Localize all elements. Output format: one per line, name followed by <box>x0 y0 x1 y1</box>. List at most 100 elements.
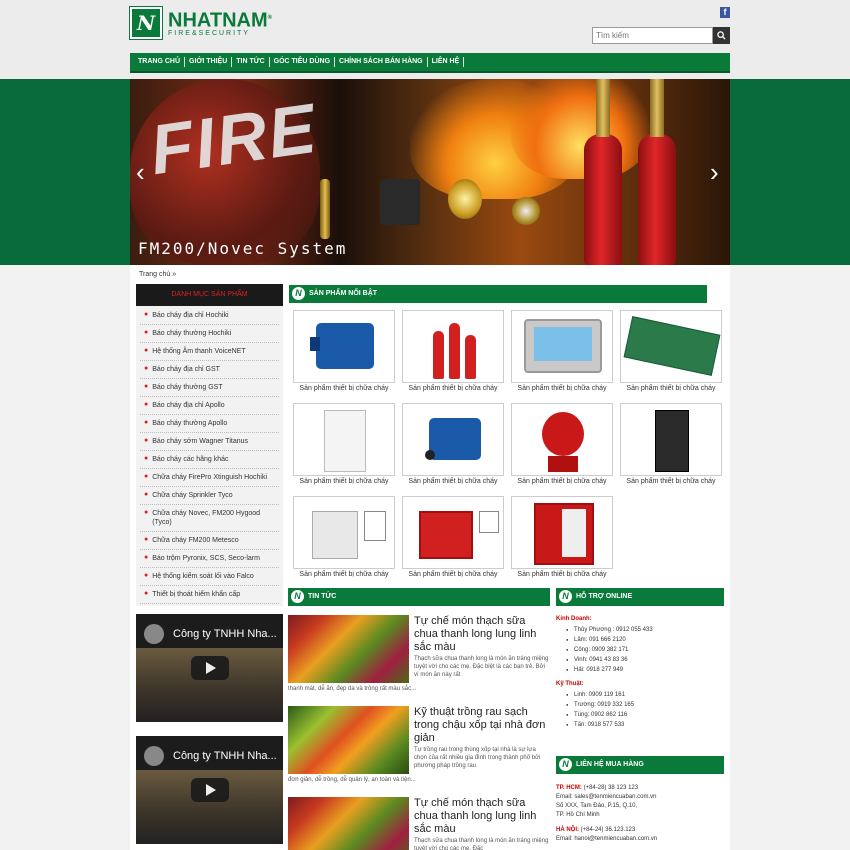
news-thumbnail[interactable] <box>288 706 409 774</box>
sidebar-item[interactable]: ● Báo trộm Pyronix, SCS, Seco-larm <box>140 550 279 568</box>
sidebar-item[interactable]: ● Báo cháy các hãng khác <box>140 451 279 469</box>
product-image[interactable] <box>293 403 395 476</box>
search-input[interactable] <box>592 27 713 44</box>
sales-contact[interactable]: Lâm: 091 666 2120 <box>556 635 724 645</box>
sidebar-item-label[interactable]: Thiết bị thoát hiểm khẩn cấp <box>152 590 240 599</box>
nav-item-about[interactable]: GIỚI THIỆU <box>185 57 233 67</box>
product-image[interactable] <box>402 310 504 383</box>
sidebar-item[interactable]: ● Báo cháy địa chỉ GST <box>140 361 279 379</box>
news-title[interactable]: Tự chế món thạch sữa chua thanh long lun… <box>414 797 550 836</box>
product-name[interactable]: Sản phẩm thiết bị chữa cháy <box>511 478 613 485</box>
sidebar-item[interactable]: ● Chữa cháy FM200 Metesco <box>140 532 279 550</box>
product-card[interactable]: Sản phẩm thiết bị chữa cháy <box>402 310 504 392</box>
product-image[interactable] <box>511 310 613 383</box>
news-thumbnail[interactable] <box>288 615 409 683</box>
tech-contact[interactable]: Linh: 0909 119 161 <box>556 690 724 700</box>
product-name[interactable]: Sản phẩm thiết bị chữa cháy <box>293 385 395 392</box>
sales-contact[interactable]: Hải: 0918 277 949 <box>556 665 724 675</box>
sales-contact[interactable]: Vinh: 0941 43 83 36 <box>556 655 724 665</box>
search-button[interactable] <box>713 27 730 44</box>
product-image[interactable] <box>402 496 504 569</box>
product-name[interactable]: Sản phẩm thiết bị chữa cháy <box>620 478 722 485</box>
product-card[interactable]: Sản phẩm thiết bị chữa cháy <box>620 310 722 392</box>
play-icon[interactable] <box>191 656 229 680</box>
news-item[interactable]: Kỹ thuật trồng rau sạch trong chậu xốp t… <box>288 706 550 796</box>
sidebar-item[interactable]: ● Chữa cháy FirePro Xtinguish Hochiki <box>140 469 279 487</box>
hcm-email[interactable]: Email: sales@tenmiencuaban.com.vn <box>556 793 724 802</box>
sidebar-item[interactable]: ● Hệ thống Âm thanh VoiceNET <box>140 343 279 361</box>
nav-item-news[interactable]: TIN TỨC <box>232 57 270 67</box>
product-name[interactable]: Sản phẩm thiết bị chữa cháy <box>620 385 722 392</box>
sidebar-item[interactable]: ● Chữa cháy Novec, FM200 Hygood (Tyco) <box>140 505 279 532</box>
product-card[interactable]: Sản phẩm thiết bị chữa cháy <box>511 403 613 485</box>
product-name[interactable]: Sản phẩm thiết bị chữa cháy <box>293 478 395 485</box>
sidebar-item[interactable]: ● Thiết bị thoát hiểm khẩn cấp <box>140 586 279 604</box>
nav-item-home[interactable]: TRANG CHỦ <box>134 57 185 67</box>
sidebar-item[interactable]: ● Báo cháy thường Apollo <box>140 415 279 433</box>
product-card[interactable]: Sản phẩm thiết bị chữa cháy <box>293 496 395 578</box>
product-card[interactable]: Sản phẩm thiết bị chữa cháy <box>402 496 504 578</box>
product-name[interactable]: Sản phẩm thiết bị chữa cháy <box>293 571 395 578</box>
sidebar-item-label[interactable]: Báo trộm Pyronix, SCS, Seco-larm <box>152 554 260 563</box>
sidebar-item-label[interactable]: Báo cháy thường GST <box>152 383 222 392</box>
sidebar-item-label[interactable]: Báo cháy sớm Wagner Titanus <box>152 437 248 446</box>
sidebar-item-label[interactable]: Báo cháy thường Hochiki <box>152 329 231 338</box>
video-player[interactable]: Công ty TNHH Nha... <box>136 614 283 722</box>
product-card[interactable]: Sản phẩm thiết bị chữa cháy <box>293 310 395 392</box>
product-name[interactable]: Sản phẩm thiết bị chữa cháy <box>511 385 613 392</box>
sidebar-item[interactable]: ● Báo cháy thường GST <box>140 379 279 397</box>
product-image[interactable] <box>293 496 395 569</box>
nav-item-consumer[interactable]: GÓC TIÊU DÙNG <box>270 57 336 67</box>
sidebar-item[interactable]: ● Báo cháy địa chỉ Hochiki <box>140 307 279 325</box>
product-name[interactable]: Sản phẩm thiết bị chữa cháy <box>402 478 504 485</box>
slider-next-button[interactable]: › <box>710 159 719 185</box>
sidebar-item[interactable]: ● Báo cháy sớm Wagner Titanus <box>140 433 279 451</box>
product-card[interactable]: Sản phẩm thiết bị chữa cháy <box>620 403 722 485</box>
tech-contact[interactable]: Tùng: 0902 862 116 <box>556 710 724 720</box>
sidebar-item[interactable]: ● Báo cháy địa chỉ Apollo <box>140 397 279 415</box>
facebook-icon[interactable]: f <box>720 7 730 18</box>
sidebar-item-label[interactable]: Chữa cháy Sprinkler Tyco <box>152 491 232 500</box>
news-title[interactable]: Kỹ thuật trồng rau sạch trong chậu xốp t… <box>414 706 550 745</box>
product-image[interactable] <box>620 310 722 383</box>
product-card[interactable]: Sản phẩm thiết bị chữa cháy <box>511 496 613 578</box>
product-image[interactable] <box>511 496 613 569</box>
sidebar-item-label[interactable]: Chữa cháy FirePro Xtinguish Hochiki <box>152 473 267 482</box>
sidebar-item-label[interactable]: Báo cháy địa chỉ Apollo <box>152 401 224 410</box>
product-image[interactable] <box>402 403 504 476</box>
product-image[interactable] <box>293 310 395 383</box>
news-item[interactable]: Tự chế món thạch sữa chua thanh long lun… <box>288 615 550 705</box>
sidebar-item-label[interactable]: Báo cháy địa chỉ GST <box>152 365 220 374</box>
news-thumbnail[interactable] <box>288 797 409 850</box>
sidebar-item[interactable]: ● Báo cháy thường Hochiki <box>140 325 279 343</box>
play-icon[interactable] <box>191 778 229 802</box>
sales-contact[interactable]: Công: 0909 382 171 <box>556 645 724 655</box>
sidebar-item-label[interactable]: Chữa cháy FM200 Metesco <box>152 536 238 545</box>
product-name[interactable]: Sản phẩm thiết bị chữa cháy <box>511 571 613 578</box>
nav-item-contact[interactable]: LIÊN HỆ <box>428 57 465 67</box>
product-card[interactable]: Sản phẩm thiết bị chữa cháy <box>402 403 504 485</box>
sidebar-item-label[interactable]: Hệ thống Âm thanh VoiceNET <box>152 347 245 356</box>
nav-item-policy[interactable]: CHÍNH SÁCH BÁN HÀNG <box>335 57 428 67</box>
news-title[interactable]: Tự chế món thạch sữa chua thanh long lun… <box>414 615 550 654</box>
sales-contact[interactable]: Thủy Phương : 0912 055 433 <box>556 625 724 635</box>
product-card[interactable]: Sản phẩm thiết bị chữa cháy <box>511 310 613 392</box>
sidebar-item[interactable]: ● Chữa cháy Sprinkler Tyco <box>140 487 279 505</box>
tech-contact[interactable]: Trường: 0919 332 165 <box>556 700 724 710</box>
sidebar-item-label[interactable]: Báo cháy các hãng khác <box>152 455 228 464</box>
product-name[interactable]: Sản phẩm thiết bị chữa cháy <box>402 571 504 578</box>
product-card[interactable]: Sản phẩm thiết bị chữa cháy <box>293 403 395 485</box>
tech-contact[interactable]: Tấn: 0918 577 533 <box>556 720 724 730</box>
sidebar-item[interactable]: ● Hệ thống kiểm soát lối vào Falco <box>140 568 279 586</box>
hcm-phone[interactable]: (+84-28) 38 123 123 <box>584 785 639 791</box>
sidebar-item-label[interactable]: Báo cháy thường Apollo <box>152 419 227 428</box>
sidebar-item-label[interactable]: Chữa cháy Novec, FM200 Hygood (Tyco) <box>152 509 279 527</box>
logo[interactable]: N NHATNAM® FIRE&SECURITY <box>129 6 310 40</box>
product-image[interactable] <box>620 403 722 476</box>
sidebar-item-label[interactable]: Báo cháy địa chỉ Hochiki <box>152 311 228 320</box>
news-item[interactable]: Tự chế món thạch sữa chua thanh long lun… <box>288 797 550 850</box>
product-image[interactable] <box>511 403 613 476</box>
hn-email[interactable]: Email: hanoi@tenmiencuaban.com.vn <box>556 835 724 844</box>
slider-prev-button[interactable]: ‹ <box>136 159 145 185</box>
hn-phone[interactable]: (+84-24) 36.123.123 <box>581 827 636 833</box>
